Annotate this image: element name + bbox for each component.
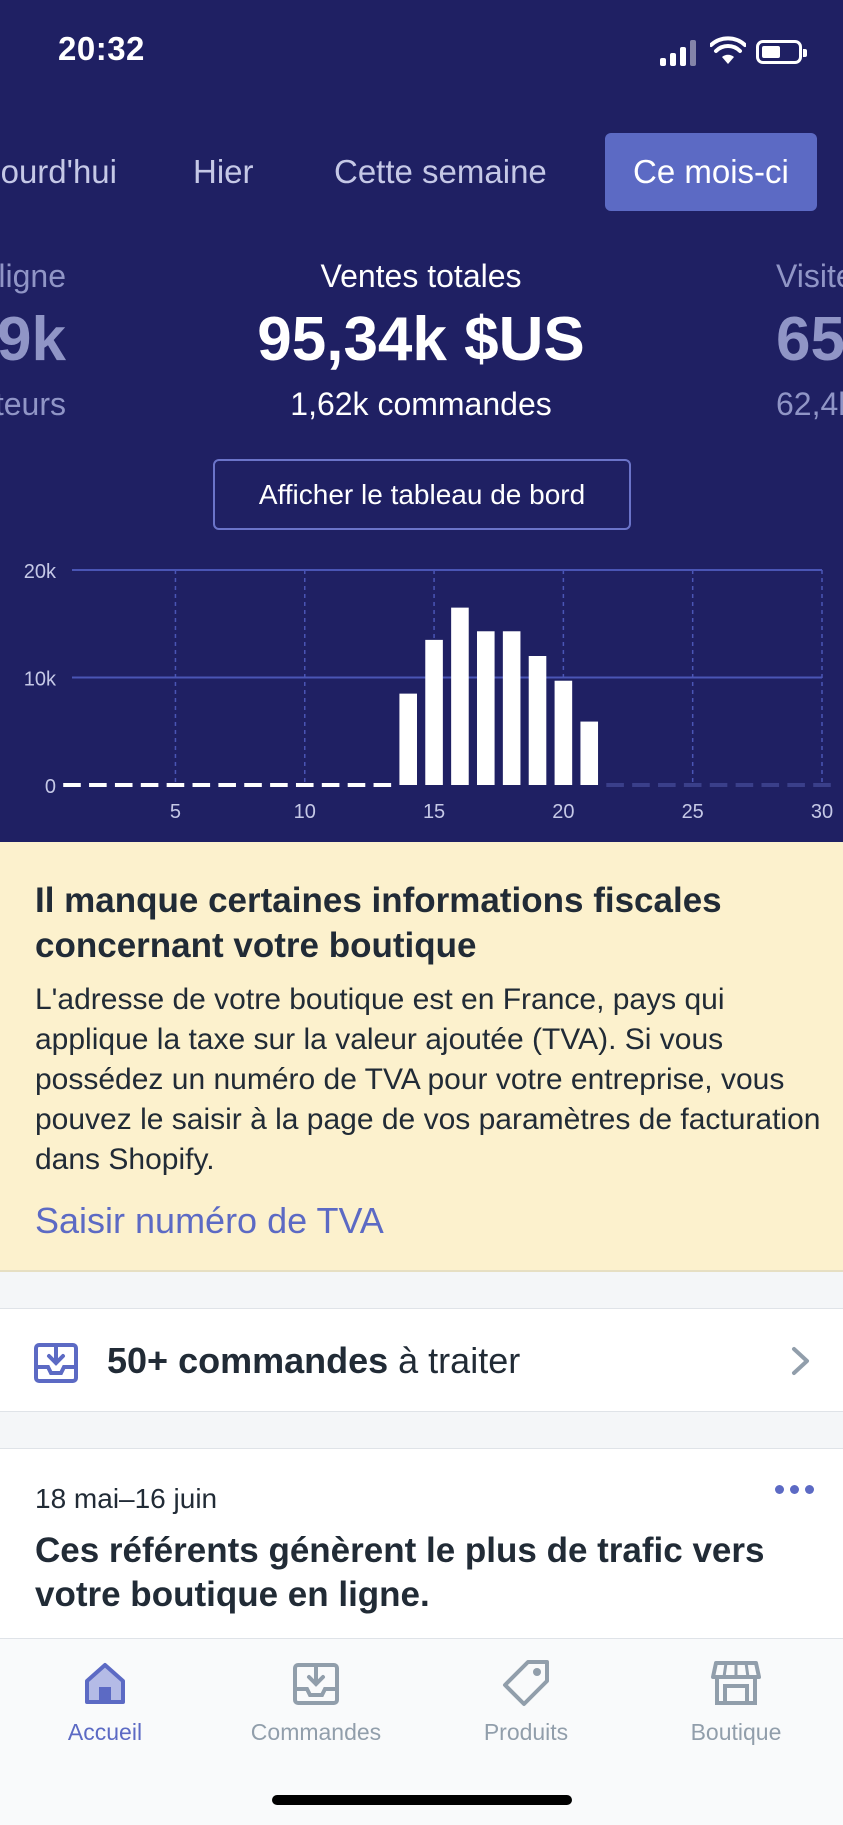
chart-bar [528, 656, 547, 785]
chevron-right-icon [792, 1347, 809, 1375]
metric-sub: 62,4k [776, 386, 843, 422]
chart-bar [114, 783, 133, 787]
chart-bar [218, 783, 236, 787]
chart-bar [606, 783, 624, 787]
chart-bar [399, 693, 417, 785]
metric-total-sales[interactable]: Ventes totales 95,34k $US 1,62k commande… [171, 256, 671, 424]
date-range-tabs: Aujourd'hui Hier Cette semaine Ce mois-c… [0, 133, 843, 211]
chart-bar [270, 783, 288, 787]
chart-bar [477, 631, 495, 785]
chart-bar [451, 607, 469, 785]
nav-label: Commandes [250, 1719, 382, 1745]
card-date-range: 18 mai–16 juin [35, 1483, 218, 1514]
status-bar: 20:32 [0, 0, 843, 110]
chart-x-tick-label: 10 [294, 801, 316, 823]
chart-bar [632, 783, 650, 787]
orders-to-process-card[interactable]: 50+ commandes à traiter [0, 1308, 843, 1412]
status-time: 20:32 [58, 30, 145, 67]
chart-x-tick-label: 30 [811, 801, 833, 823]
chart-bar [735, 783, 754, 787]
chart-bar [192, 783, 211, 787]
sales-bar-chart: 0 10k 20k 5 10 15 20 25 30 [24, 561, 833, 823]
chart-bar [761, 783, 780, 787]
home-icon [85, 1663, 125, 1704]
tag-icon [503, 1660, 549, 1706]
metric-sub: 1,62k commandes [290, 386, 552, 422]
metric-value: 2,49k [0, 305, 66, 374]
chart-bar [554, 680, 573, 785]
inbox-download-icon [293, 1663, 339, 1705]
chart-bar [63, 783, 81, 787]
metric-label: Sessions en ligne [0, 258, 66, 294]
more-options-icon[interactable] [775, 1479, 815, 1499]
chart-x-tick-label: 25 [682, 801, 704, 823]
metric-value: 65,1k [776, 305, 843, 374]
orders-count: 50+ commandes [107, 1340, 389, 1381]
chart-bar [502, 631, 521, 785]
tax-info-banner: Il manque certaines informations fiscale… [0, 842, 843, 1272]
store-icon [711, 1661, 761, 1705]
view-dashboard-button[interactable]: Afficher le tableau de bord [213, 459, 631, 530]
nav-label: Accueil [67, 1719, 143, 1745]
chart-bar [658, 783, 676, 787]
chart-bar [166, 783, 185, 787]
chart-bar [813, 783, 831, 787]
chart-bar [683, 783, 702, 787]
nav-label: Boutique [690, 1719, 782, 1745]
chart-bar [321, 783, 340, 787]
chart-bar [580, 721, 599, 785]
chart-bar [347, 783, 366, 787]
banner-body: L'adresse de votre boutique est en Franc… [35, 983, 821, 1176]
chart-bar [89, 783, 107, 787]
nav-products[interactable]: Produits [426, 1657, 626, 1746]
chart-y-tick-label: 20k [24, 561, 57, 583]
chart-x-tick-label: 5 [170, 801, 181, 823]
wifi-icon [710, 36, 746, 64]
chart-x-tick-label: 15 [423, 801, 445, 823]
battery-icon [756, 40, 807, 64]
chart-bar [425, 639, 443, 785]
chart-bar [709, 783, 728, 787]
chart-bar [295, 783, 314, 787]
chart-bar [787, 783, 805, 787]
metric-online-sessions[interactable]: Sessions en ligne 2,49k 62,4k visiteurs [0, 256, 66, 424]
chart-y-tick-label: 0 [45, 776, 56, 798]
chart-y-tick-label: 10k [24, 669, 57, 691]
nav-store[interactable]: Boutique [636, 1657, 836, 1746]
chart-bar [373, 783, 392, 787]
metric-sub: 62,4k visiteurs [0, 386, 66, 422]
enter-vat-number-link[interactable]: Saisir numéro de TVA [35, 1200, 384, 1242]
orders-suffix: à traiter [388, 1340, 521, 1381]
inbox-download-icon [34, 1343, 78, 1383]
analytics-header: 20:32 Aujourd'hui Hier Cette semaine Ce … [0, 0, 843, 842]
nav-orders[interactable]: Commandes [216, 1657, 416, 1746]
tab-this-month[interactable]: Ce mois-ci [605, 133, 817, 211]
chart-x-tick-label: 20 [552, 801, 574, 823]
card-title: Ces référents génèrent le plus de trafic… [35, 1531, 765, 1614]
cellular-signal-icon [660, 40, 700, 66]
nav-home[interactable]: Accueil [5, 1657, 205, 1746]
orders-card-text: 50+ commandes à traiter [107, 1309, 520, 1413]
metric-visits[interactable]: Visites 65,1k 62,4k [776, 256, 843, 424]
tab-yesterday[interactable]: Hier [193, 133, 254, 211]
metric-value: 95,34k $US [257, 305, 585, 374]
tab-today[interactable]: Aujourd'hui [0, 133, 117, 211]
banner-title: Il manque certaines informations fiscale… [35, 881, 722, 965]
metric-label: Visites [776, 258, 843, 294]
chart-bar [244, 783, 262, 787]
nav-label: Produits [483, 1719, 569, 1745]
home-indicator [272, 1795, 572, 1805]
tab-this-week[interactable]: Cette semaine [334, 133, 547, 211]
metric-label: Ventes totales [320, 258, 522, 294]
chart-bar [140, 783, 159, 787]
